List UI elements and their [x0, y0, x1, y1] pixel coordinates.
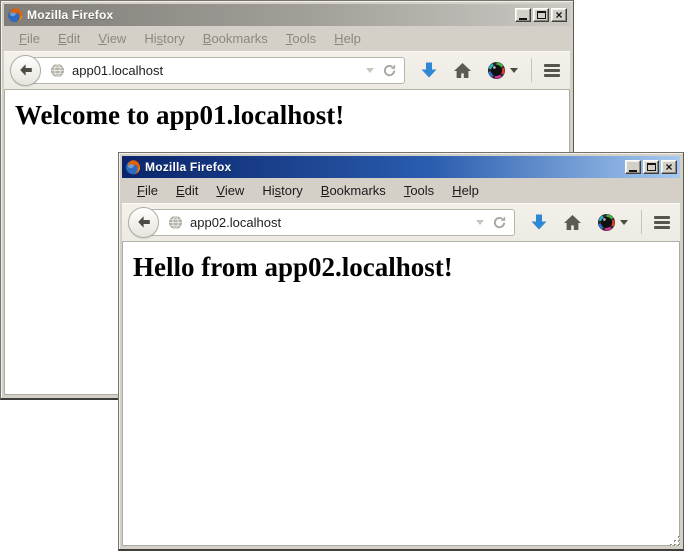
chevron-down-icon — [620, 220, 628, 225]
back-button[interactable] — [10, 55, 41, 86]
menu-bar: File Edit View History Bookmarks Tools H… — [122, 178, 680, 203]
reload-button[interactable] — [492, 215, 507, 230]
window-controls: × — [515, 8, 568, 22]
maximize-button[interactable] — [643, 160, 659, 174]
window-title: Mozilla Firefox — [145, 160, 621, 174]
titlebar[interactable]: Mozilla Firefox × — [4, 4, 570, 26]
reload-button[interactable] — [382, 63, 397, 78]
window-controls: × — [625, 160, 678, 174]
urlbar-dropdown-icon[interactable] — [365, 67, 375, 74]
minimize-icon — [519, 18, 527, 20]
app-menu-button[interactable] — [487, 61, 518, 80]
minimize-button[interactable] — [625, 160, 641, 174]
toolbar-separator — [641, 210, 642, 234]
close-button[interactable]: × — [551, 8, 567, 22]
menu-history[interactable]: History — [135, 28, 193, 49]
url-bar[interactable]: app02.localhost — [141, 209, 515, 236]
titlebar[interactable]: Mozilla Firefox × — [122, 156, 680, 178]
close-button[interactable]: × — [661, 160, 677, 174]
home-button[interactable] — [563, 214, 582, 231]
url-text[interactable]: app02.localhost — [190, 215, 468, 230]
window-title: Mozilla Firefox — [27, 8, 511, 22]
menu-file[interactable]: File — [128, 180, 167, 201]
url-text[interactable]: app01.localhost — [72, 63, 358, 78]
color-wheel-icon — [487, 61, 506, 80]
navigation-toolbar: app02.localhost — [122, 203, 680, 242]
app-menu-button[interactable] — [597, 213, 628, 232]
minimize-icon — [629, 170, 637, 172]
toolbar-separator — [531, 58, 532, 82]
menu-file[interactable]: File — [10, 28, 49, 49]
hamburger-menu-button[interactable] — [654, 216, 670, 229]
menu-help[interactable]: Help — [325, 28, 370, 49]
back-arrow-icon — [18, 62, 34, 78]
firefox-window-app02: Mozilla Firefox × File Edit View History… — [118, 152, 684, 551]
desktop: Mozilla Firefox × File Edit View History… — [0, 0, 688, 551]
firefox-logo-icon — [7, 7, 23, 23]
maximize-icon — [537, 11, 546, 19]
maximize-icon — [647, 163, 656, 171]
url-bar[interactable]: app01.localhost — [23, 57, 405, 84]
chevron-down-icon — [510, 68, 518, 73]
menu-view[interactable]: View — [207, 180, 253, 201]
menu-view[interactable]: View — [89, 28, 135, 49]
minimize-button[interactable] — [515, 8, 531, 22]
hamburger-menu-button[interactable] — [544, 64, 560, 77]
download-button[interactable] — [530, 213, 548, 231]
urlbar-dropdown-icon[interactable] — [475, 219, 485, 226]
download-button[interactable] — [420, 61, 438, 79]
back-arrow-icon — [136, 214, 152, 230]
close-icon: × — [665, 162, 672, 172]
page-content: Hello from app02.localhost! — [122, 242, 680, 546]
page-heading: Welcome to app01.localhost! — [15, 100, 569, 131]
menu-tools[interactable]: Tools — [277, 28, 325, 49]
menu-help[interactable]: Help — [443, 180, 488, 201]
menu-bookmarks[interactable]: Bookmarks — [312, 180, 395, 201]
site-globe-icon — [168, 215, 183, 230]
menu-bookmarks[interactable]: Bookmarks — [194, 28, 277, 49]
menu-tools[interactable]: Tools — [395, 180, 443, 201]
menu-history[interactable]: History — [253, 180, 311, 201]
firefox-logo-icon — [125, 159, 141, 175]
maximize-button[interactable] — [533, 8, 549, 22]
close-icon: × — [555, 10, 562, 20]
menu-edit[interactable]: Edit — [167, 180, 207, 201]
menu-bar: File Edit View History Bookmarks Tools H… — [4, 26, 570, 51]
site-globe-icon — [50, 63, 65, 78]
navigation-toolbar: app01.localhost — [4, 51, 570, 90]
back-button[interactable] — [128, 207, 159, 238]
home-button[interactable] — [453, 62, 472, 79]
resize-grip-icon[interactable] — [668, 534, 682, 548]
menu-edit[interactable]: Edit — [49, 28, 89, 49]
color-wheel-icon — [597, 213, 616, 232]
page-heading: Hello from app02.localhost! — [133, 252, 679, 283]
